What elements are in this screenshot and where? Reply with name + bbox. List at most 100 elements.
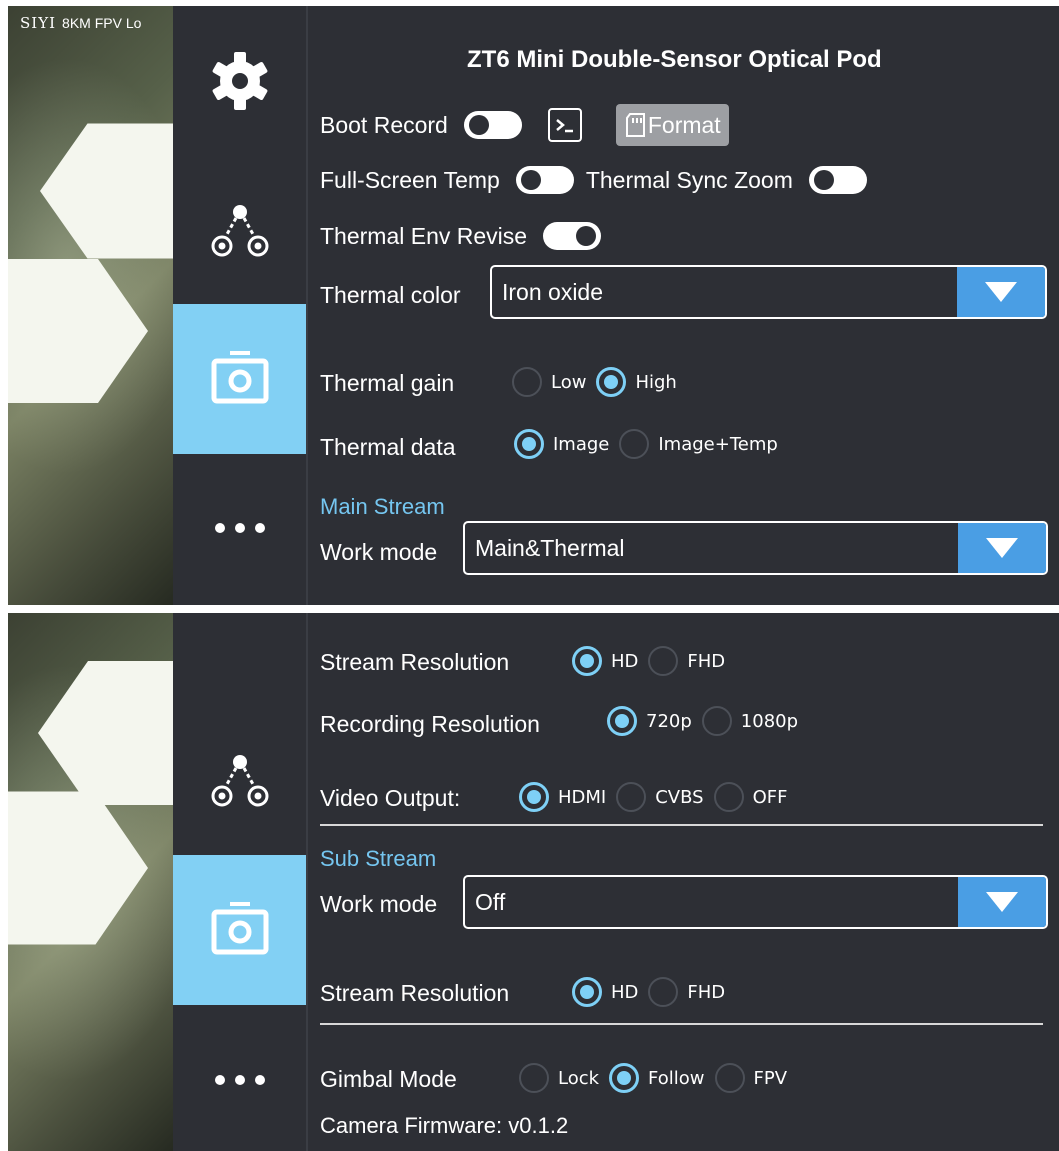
sub-work-mode-label-row: Work mode: [320, 891, 437, 918]
triangle-down-icon: [986, 892, 1018, 912]
recording-resolution-radio-group: 720p 1080p: [607, 706, 808, 736]
sub-work-mode-dropdown[interactable]: Off: [463, 875, 1048, 929]
thermal-color-dropdown[interactable]: Iron oxide: [490, 265, 1047, 319]
video-output-radio-group: HDMI CVBS OFF: [519, 782, 797, 812]
radio-circle: [619, 429, 650, 459]
thermal-gain-label-row: Thermal gain: [320, 370, 454, 397]
radio-label: Image: [553, 433, 610, 455]
gimbal-mode-label-row: Gimbal Mode: [320, 1066, 457, 1093]
triangle-down-icon: [986, 538, 1018, 558]
radio-label: Follow: [648, 1067, 705, 1089]
sub-stream-resolution-label: Stream Resolution: [320, 980, 510, 1006]
boot-record-toggle[interactable]: [463, 111, 522, 139]
thermal-sync-zoom-label: Thermal Sync Zoom: [585, 166, 793, 193]
video-output-hdmi-radio[interactable]: HDMI: [519, 782, 606, 812]
radio-circle-selected: [596, 367, 627, 397]
gear-icon: [212, 52, 267, 110]
feed-title-text: 8KM FPV Lo: [62, 15, 142, 31]
gimbal-mode-fpv-radio[interactable]: FPV: [714, 1063, 788, 1093]
sub-stream-resolution-hd-radio[interactable]: HD: [572, 977, 638, 1007]
stream-resolution-fhd-radio[interactable]: FHD: [648, 646, 725, 676]
terminal-icon: [556, 119, 573, 133]
radio-label: 720p: [646, 710, 692, 732]
link-nodes-icon: [211, 205, 268, 257]
thermal-gain-high-radio[interactable]: High: [596, 367, 677, 397]
format-button[interactable]: Format: [615, 104, 729, 146]
vertical-divider: [306, 613, 308, 1151]
sub-stream-resolution-label-row: Stream Resolution: [320, 980, 509, 1007]
radio-label: FHD: [687, 650, 726, 672]
video-output-label-row: Video Output:: [320, 785, 460, 812]
thermal-color-dropdown-button[interactable]: [957, 267, 1045, 317]
sub-stream-resolution-radio-group: HD FHD: [572, 977, 735, 1007]
stream-resolution-radio-group: HD FHD: [572, 646, 735, 676]
thermal-data-radio-group: Image Image+Temp: [514, 429, 788, 459]
video-output-cvbs-radio[interactable]: CVBS: [616, 782, 704, 812]
radio-label: OFF: [752, 786, 788, 808]
thermal-env-revise-toggle[interactable]: [543, 222, 602, 250]
nav-item-more[interactable]: [173, 453, 306, 603]
format-label: Format: [647, 111, 721, 138]
nav-item-link[interactable]: [173, 156, 306, 306]
radio-label: FHD: [687, 981, 726, 1003]
thermal-color-label-row: Thermal color: [320, 282, 461, 309]
feed-title: SIYI 8KM FPV Lo: [20, 14, 141, 32]
radio-label: HDMI: [558, 786, 607, 808]
recording-resolution-1080p-radio[interactable]: 1080p: [701, 706, 798, 736]
nav-item-more[interactable]: [173, 1005, 306, 1151]
thermal-gain-low-radio[interactable]: Low: [512, 367, 586, 397]
boot-record-row: Boot Record Format: [320, 104, 729, 146]
recording-resolution-label: Recording Resolution: [320, 711, 540, 737]
thermal-data-label: Thermal data: [320, 434, 456, 460]
camera-icon: [211, 902, 268, 955]
stream-resolution-label: Stream Resolution: [320, 649, 510, 675]
full-screen-temp-row: Full-Screen Temp Thermal Sync Zoom: [320, 166, 867, 194]
gimbal-mode-lock-radio[interactable]: Lock: [519, 1063, 599, 1093]
radio-circle-selected: [572, 646, 602, 676]
nav-item-link[interactable]: [173, 706, 306, 856]
main-work-mode-label-row: Work mode: [320, 539, 437, 566]
video-output-off-radio[interactable]: OFF: [713, 782, 788, 812]
main-work-mode-dropdown-button[interactable]: [958, 523, 1046, 573]
camera-settings-content: ZT6 Mini Double-Sensor Optical Pod Boot …: [320, 6, 1059, 605]
stream-resolution-hd-radio[interactable]: HD: [572, 646, 638, 676]
radio-label: FPV: [753, 1067, 788, 1089]
video-output-label: Video Output:: [320, 785, 461, 811]
radio-circle: [648, 977, 679, 1007]
nav-item-settings[interactable]: [173, 613, 306, 645]
sub-stream-heading: Sub Stream: [320, 846, 437, 871]
terminal-folder-button[interactable]: [547, 108, 582, 142]
radio-circle-selected: [609, 1063, 640, 1093]
camera-firmware-text: Camera Firmware: v0.1.2: [320, 1113, 569, 1138]
camera-settings-content: Stream Resolution HD FHD Recording Resol…: [320, 613, 1059, 1151]
sub-stream-resolution-fhd-radio[interactable]: FHD: [648, 977, 725, 1007]
triangle-down-icon: [985, 282, 1017, 302]
gimbal-mode-follow-radio[interactable]: Follow: [609, 1063, 705, 1093]
full-screen-temp-toggle[interactable]: [515, 166, 574, 194]
main-stream-heading: Main Stream: [320, 494, 445, 519]
nav-item-camera[interactable]: [173, 855, 306, 1005]
gimbal-mode-radio-group: Lock Follow FPV: [519, 1063, 797, 1093]
side-nav: [173, 613, 306, 1151]
settings-screen-2: Stream Resolution HD FHD Recording Resol…: [8, 613, 1059, 1151]
recording-resolution-720p-radio[interactable]: 720p: [607, 706, 692, 736]
nav-item-camera[interactable]: [173, 304, 306, 454]
radio-circle-selected: [514, 429, 544, 459]
main-work-mode-value: Main&Thermal: [475, 535, 625, 561]
thermal-data-image-radio[interactable]: Image: [514, 429, 609, 459]
radio-label: High: [635, 371, 677, 393]
nav-item-settings[interactable]: [173, 6, 306, 156]
radio-label: Low: [551, 371, 587, 393]
sub-work-mode-dropdown-button[interactable]: [958, 877, 1046, 927]
radio-label: Image+Temp: [658, 433, 778, 455]
thermal-sync-zoom-toggle[interactable]: [808, 166, 867, 194]
camera-firmware-row: Camera Firmware: v0.1.2: [320, 1113, 568, 1139]
radio-circle: [616, 782, 647, 812]
main-work-mode-dropdown[interactable]: Main&Thermal: [463, 521, 1048, 575]
more-dots-icon: [214, 1075, 265, 1085]
page-title: ZT6 Mini Double-Sensor Optical Pod: [467, 46, 882, 73]
radio-circle: [701, 706, 732, 736]
thermal-data-image-temp-radio[interactable]: Image+Temp: [619, 429, 778, 459]
thermal-data-label-row: Thermal data: [320, 434, 456, 461]
radio-circle: [648, 646, 679, 676]
